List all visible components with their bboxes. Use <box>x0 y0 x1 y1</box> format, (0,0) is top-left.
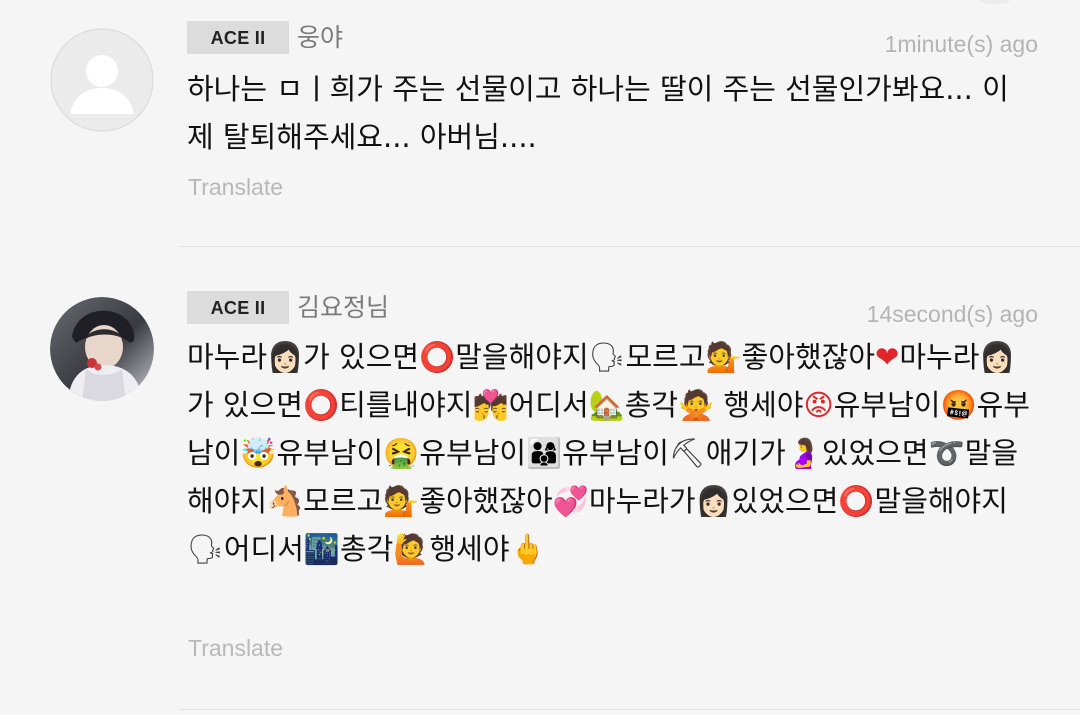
comment-text-segment: 좋아했잖아 <box>741 340 876 374</box>
emoji-icon: 💞 <box>552 484 589 518</box>
emoji-icon: 🙋 <box>393 532 430 566</box>
emoji-icon: 💁 <box>383 484 420 518</box>
comment-text-segment: 행세야 <box>429 532 510 566</box>
comment-text-segment: 총각 <box>624 388 679 422</box>
comment-text-segment: 말을해야지 <box>455 340 589 374</box>
comment-text: 하나는 ㅁㅣ희가 주는 선물이고 하나는 딸이 주는 선물인가봐요... 이제 … <box>187 72 1009 154</box>
comment-text-segment: 있었으면 <box>821 436 929 470</box>
comment-text-segment: 마누라가 <box>588 484 696 518</box>
emoji-icon: 🌃 <box>303 532 340 566</box>
comment-text-segment: 총각 <box>339 532 394 566</box>
emoji-icon: 🤮 <box>383 436 420 470</box>
emoji-icon: 😡 <box>803 388 834 422</box>
comment-text-segment: 유부남이 <box>562 436 669 470</box>
emoji-icon: 💁 <box>705 340 742 374</box>
comment-text-segment: 어디서 <box>508 388 589 422</box>
default-avatar-icon[interactable] <box>50 28 154 132</box>
emoji-icon: 🏡 <box>588 388 625 422</box>
emoji-icon: 👩🏻 <box>267 340 304 374</box>
emoji-icon: ⛏ <box>668 436 706 470</box>
emoji-icon: ⭕ <box>838 484 875 518</box>
emoji-icon: 🐴 <box>267 484 304 518</box>
rank-badge: ACE II <box>187 21 289 54</box>
timestamp: 14second(s) ago <box>866 301 1038 327</box>
comment-item: ACE II 김요정님 14second(s) ago 마누라👩🏻가 있으면⭕말… <box>0 247 1080 709</box>
emoji-icon: ⭕ <box>302 388 340 422</box>
username[interactable]: 김요정님 <box>297 291 389 325</box>
emoji-icon: ➰ <box>928 436 965 470</box>
divider <box>179 709 1080 710</box>
comment-text-segment: 티를내야지 <box>339 388 473 422</box>
comment-text-segment: 있었으면 <box>731 484 839 518</box>
comment-text-segment: 유부남이 <box>276 436 384 470</box>
comment-text-segment: 가 있으면 <box>303 340 420 374</box>
emoji-icon: 💏 <box>472 388 509 422</box>
user-photo-avatar[interactable] <box>50 297 154 401</box>
comment-text-segment: 모르고 <box>303 484 384 518</box>
comment-text-segment: 어디서 <box>223 532 304 566</box>
comment-text-segment: 애기가 <box>705 436 786 470</box>
comment-text-segment: 가 있으면 <box>187 388 303 422</box>
emoji-icon: 🤰 <box>785 436 822 470</box>
rank-badge: ACE II <box>187 291 289 324</box>
comment-meta: ACE II 김요정님 14second(s) ago <box>187 291 1038 327</box>
emoji-icon: 🗣 <box>588 340 626 374</box>
comment-text-segment: 모르고 <box>625 340 706 374</box>
comment-text-segment: 마누라 <box>187 340 268 374</box>
comment-text-segment: 행세야 <box>714 388 804 422</box>
emoji-icon: 👩🏻 <box>979 340 1016 374</box>
comment-text-segment: 마누라 <box>899 340 980 374</box>
comment-meta: ACE II 웅야 1minute(s) ago <box>187 21 1038 57</box>
comment-text: 마누라👩🏻가 있으면⭕말을해야지🗣모르고💁좋아했잖아❤마누라👩🏻가 있으면⭕티를… <box>187 333 1034 573</box>
timestamp: 1minute(s) ago <box>884 31 1038 57</box>
emoji-icon: 🖕 <box>509 532 546 566</box>
comment-text-segment: 유부남이 <box>419 436 527 470</box>
emoji-icon: 👨‍👩‍👦 <box>526 436 563 470</box>
emoji-icon: 🙅 <box>678 388 715 422</box>
emoji-icon: 🤯 <box>240 436 277 470</box>
emoji-icon: ❤ <box>875 340 900 374</box>
comment-item: ACE II 웅야 1minute(s) ago 하나는 ㅁㅣ희가 주는 선물이… <box>0 0 1080 246</box>
emoji-icon: ⭕ <box>419 340 456 374</box>
comment-text-segment: 말을해야지 <box>874 484 1008 518</box>
translate-link[interactable]: Translate <box>188 633 283 663</box>
emoji-icon: 🗣 <box>187 532 224 566</box>
emoji-icon: 👩🏻 <box>695 484 732 518</box>
emoji-icon: 🤬 <box>940 388 977 422</box>
comment-text-segment: 유부남이 <box>833 388 941 422</box>
username[interactable]: 웅야 <box>297 21 343 55</box>
translate-link[interactable]: Translate <box>188 172 283 202</box>
comment-text-segment: 좋아했잖아 <box>419 484 553 518</box>
